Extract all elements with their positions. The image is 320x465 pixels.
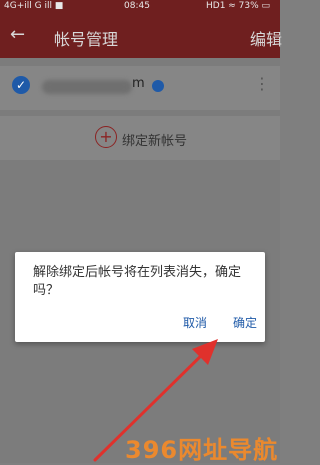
check-icon: ✓ bbox=[12, 76, 30, 94]
dialog-message: 解除绑定后帐号将在列表消失，确定吗？ bbox=[33, 265, 242, 298]
confirm-button[interactable]: 确定 bbox=[233, 314, 257, 331]
watermark-logo: 396网址导航 bbox=[125, 436, 279, 464]
cancel-button[interactable]: 取消 bbox=[183, 314, 207, 331]
signal-indicator: 4G+ill G ill ■ bbox=[4, 1, 64, 11]
account-item[interactable]: ✓ m ⋮ bbox=[0, 66, 280, 110]
confirm-dialog: 解除绑定后帐号将在列表消失，确定吗？ 取消 确定 bbox=[15, 252, 265, 342]
edit-button[interactable]: 编辑 bbox=[250, 26, 282, 50]
bind-new-account-button[interactable]: + 绑定新帐号 bbox=[0, 116, 280, 160]
more-options-icon[interactable]: ⋮ bbox=[254, 74, 270, 93]
back-arrow-icon[interactable]: ← bbox=[10, 24, 25, 45]
app-bar: ← 帐号管理 编辑 bbox=[0, 14, 282, 58]
blurred-account-name bbox=[42, 80, 132, 94]
status-bar: 4G+ill G ill ■ 08:45 HD1 ≈ 73% ▭ bbox=[0, 0, 280, 14]
page-title: 帐号管理 bbox=[54, 30, 119, 49]
account-name-suffix: m bbox=[132, 76, 145, 91]
add-icon: + bbox=[95, 126, 117, 148]
verified-badge-icon bbox=[152, 80, 164, 92]
bind-new-account-label: 绑定新帐号 bbox=[122, 134, 188, 149]
status-time: 08:45 bbox=[124, 1, 150, 11]
battery-indicator: HD1 ≈ 73% ▭ bbox=[206, 1, 271, 11]
